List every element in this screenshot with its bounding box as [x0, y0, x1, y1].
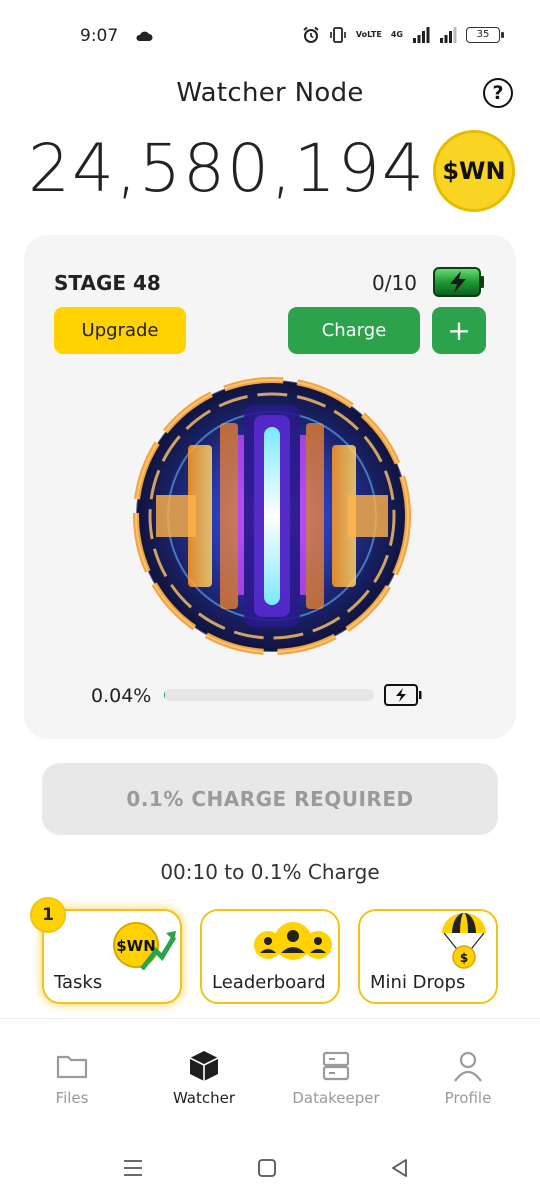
charge-count: 0/10 [372, 271, 417, 295]
tasks-notification-badge: 1 [30, 897, 66, 933]
status-bar: 9:07 VoLTE 4G 35 [0, 0, 540, 64]
battery-charging-icon [433, 267, 484, 297]
reactor-sphere-image[interactable] [126, 375, 418, 657]
home-icon[interactable] [255, 1156, 279, 1180]
battery-status: 35 [466, 27, 504, 43]
status-icons: VoLTE 4G 35 [302, 24, 504, 46]
nav-profile-label: Profile [444, 1089, 492, 1107]
nav-files[interactable]: Files [17, 1049, 127, 1107]
charge-progress-bar [164, 689, 374, 701]
user-icon [454, 1051, 482, 1082]
cube-icon [189, 1051, 219, 1081]
add-charge-button[interactable]: + [432, 307, 486, 354]
tasks-coin-label: $WN [116, 937, 156, 955]
charge-button[interactable]: Charge [288, 307, 420, 354]
leaderboard-tile[interactable]: Leaderboard [200, 909, 340, 1004]
mini-drops-tile[interactable]: $ Mini Drops [358, 909, 498, 1004]
alarm-icon [303, 26, 319, 43]
system-navigation-bar [0, 1140, 540, 1200]
upgrade-button[interactable]: Upgrade [54, 307, 186, 354]
server-icon [322, 1051, 350, 1081]
volte-label: VoLTE [355, 30, 382, 39]
stage-label: STAGE 48 [54, 271, 161, 295]
nav-files-label: Files [55, 1089, 89, 1107]
page-title: Watcher Node [176, 78, 364, 108]
tasks-label: Tasks [54, 972, 103, 993]
nav-datakeeper-label: Datakeeper [292, 1089, 380, 1107]
token-balance: 24,580,194 [28, 130, 426, 207]
nav-datakeeper[interactable]: Datakeeper [281, 1049, 391, 1107]
signal-icon [413, 27, 430, 43]
network-type: 4G [390, 30, 403, 39]
nav-profile[interactable]: Profile [413, 1049, 523, 1107]
status-time: 9:07 [80, 26, 119, 46]
progress-percent: 0.04% [91, 685, 152, 707]
battery-outline-icon [384, 684, 422, 706]
group-users-icon [254, 922, 332, 960]
leaderboard-label: Leaderboard [212, 972, 326, 993]
charge-required-button[interactable]: 0.1% CHARGE REQUIRED [42, 763, 498, 835]
back-icon[interactable] [388, 1156, 412, 1180]
mini-drops-coin-symbol: $ [460, 951, 468, 965]
wn-coin-logo: $WN [433, 130, 515, 212]
parachute-coin-icon: $ [442, 913, 486, 969]
nav-watcher-label: Watcher [172, 1089, 236, 1107]
nav-watcher[interactable]: Watcher [149, 1049, 259, 1107]
bottom-navigation: Files Watcher Datakeeper Profile [0, 1018, 540, 1130]
mini-drops-label: Mini Drops [370, 972, 466, 993]
cloud-icon [136, 31, 153, 41]
menu-icon[interactable] [121, 1156, 145, 1180]
node-card: STAGE 48 0/10 Upgrade Charge + 0.04% [24, 235, 516, 739]
folder-icon [56, 1055, 88, 1079]
coin-growth-icon: $WN [113, 922, 177, 971]
help-button[interactable]: ? [483, 78, 513, 108]
charge-timer: 00:10 to 0.1% Charge [160, 860, 380, 884]
signal-2-icon [440, 27, 457, 43]
vibrate-icon [330, 27, 346, 43]
